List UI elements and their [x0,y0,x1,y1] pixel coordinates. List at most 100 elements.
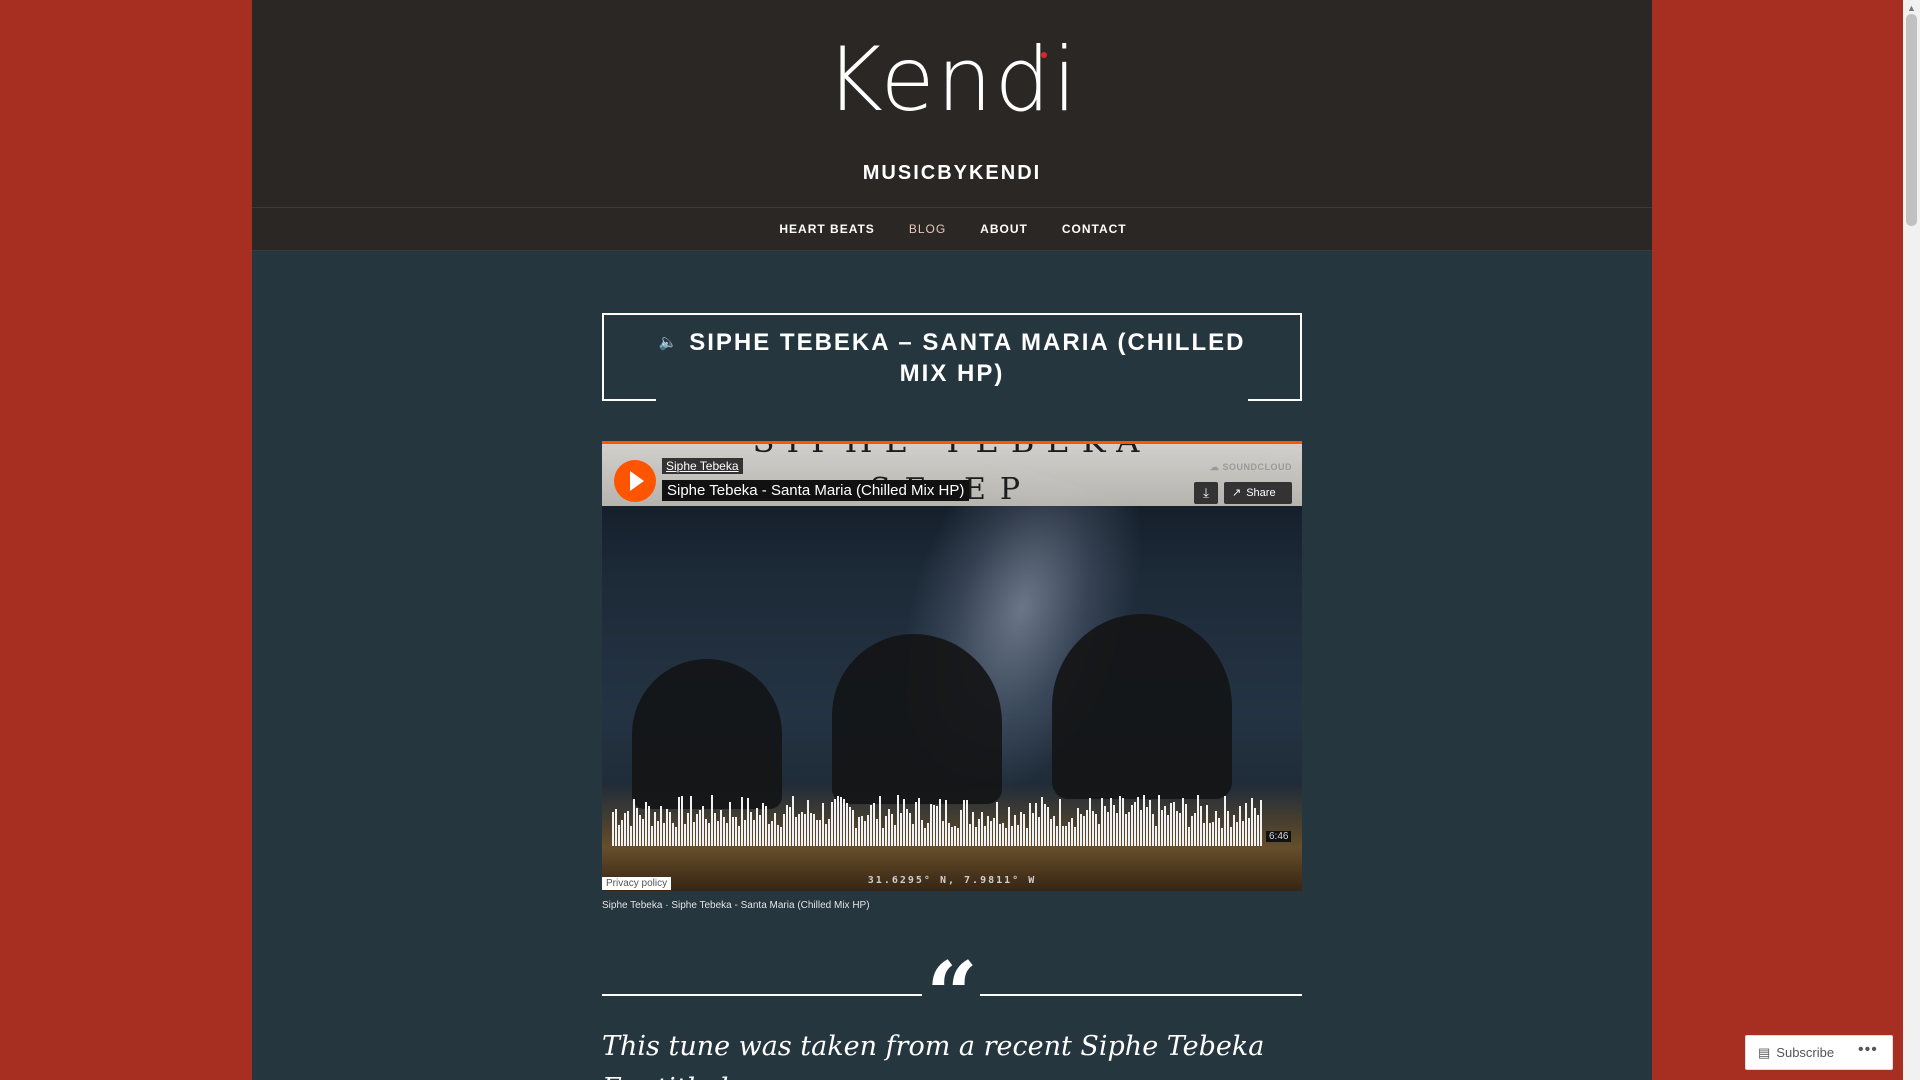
waveform-bar [750,812,752,846]
waveform-bar [1236,822,1238,846]
waveform-bar [1203,823,1205,846]
waveform-bar [1185,804,1187,846]
waveform-bar [636,808,638,846]
waveform-bar [1194,813,1196,846]
waveform-bar [921,820,923,846]
soundcloud-player: SIPHE TEBEKA SE EP Siphe Tebeka Siphe Te… [602,441,1302,891]
caption-separator: · [662,900,672,911]
waveform-bar [960,810,962,846]
waveform-bar [969,824,971,846]
waveform-bar [939,799,941,846]
nav-item-contact[interactable]: CONTACT [1062,222,1127,236]
waveform-bar [684,824,686,846]
waveform-bar [708,823,710,846]
waveform-bar [1251,798,1253,846]
waveform-bar [1206,805,1208,846]
waveform-bar [915,802,917,846]
scroll-up-arrow-icon[interactable]: ▲ [1907,3,1916,13]
site-logo-text: Kendi [825,28,1079,131]
waveform-bar [843,799,845,846]
waveform-bar [783,814,785,846]
waveform-bar [963,800,965,846]
waveform-bar [1155,826,1157,846]
waveform-bar [825,824,827,846]
waveform-bar [1029,803,1031,846]
waveform-bar [741,797,743,846]
waveform-bar [903,799,905,846]
waveform-bar [654,812,656,846]
waveform-bar [663,823,665,846]
soundcloud-logo[interactable]: ☁ SOUNDCLOUD [1210,462,1292,473]
waveform-bar [747,798,749,846]
waveform-bar [1071,818,1073,846]
waveform-bar [1056,826,1058,846]
title-border-right [1248,399,1302,401]
waveform-bar [1095,814,1097,846]
waveform-bar [828,819,830,846]
waveform-bar [1248,818,1250,846]
waveform-bar [819,820,821,846]
waveform-bar [1110,798,1112,846]
waveform-bar [666,809,668,846]
waveform-bar [633,799,635,846]
play-button[interactable] [614,460,656,502]
waveform-bar [1041,797,1043,846]
waveform-bar [1254,808,1256,846]
waveform-bar [912,824,914,846]
waveform-bar [894,825,896,846]
more-options-button[interactable]: ••• [1858,1041,1878,1059]
waveform-bar [789,807,791,846]
site-logo[interactable]: Kendi [252,30,1652,130]
waveform-bar [720,810,722,846]
waveform-bar [981,812,983,846]
player-track-title[interactable]: Siphe Tebeka - Santa Maria (Chilled Mix … [662,480,970,501]
waveform-bar [672,823,674,846]
waveform-bar [681,796,683,846]
waveform-bar [777,825,779,846]
waveform[interactable] [612,794,1264,846]
nav-item-about[interactable]: ABOUT [980,222,1028,236]
scrollbar-thumb[interactable] [1906,14,1917,226]
waveform-bar [1002,823,1004,846]
subscribe-button[interactable]: ▤ Subscribe [1758,1045,1834,1061]
waveform-bar [1032,813,1034,846]
caption-artist-link[interactable]: Siphe Tebeka [602,900,662,911]
waveform-bar [642,819,644,846]
waveform-bar [933,805,935,846]
waveform-bar [1218,818,1220,846]
waveform-bar [753,820,755,846]
site-title[interactable]: MUSICBYKENDI [252,162,1652,185]
waveform-bar [1227,811,1229,846]
nav-item-blog[interactable]: BLOG [909,222,946,236]
waveform-bar [1143,795,1145,846]
entry-title: 🔈 SIPHE TEBEKA – SANTA MARIA (CHILLED MIX… [644,327,1260,389]
blockquote-text: This tune was taken from a recent Siphe … [602,1031,1265,1080]
waveform-bar [774,813,776,846]
caption-track-link[interactable]: Siphe Tebeka - Santa Maria (Chilled Mix … [671,900,869,911]
waveform-bar [1011,826,1013,846]
waveform-bar [882,828,884,846]
waveform-bar [936,806,938,846]
waveform-bar [1044,804,1046,846]
waveform-bar [768,824,770,846]
vertical-scrollbar[interactable]: ▲ [1903,0,1920,1080]
waveform-bar [975,827,977,846]
waveform-bar [1086,810,1088,846]
waveform-bar [897,795,899,846]
waveform-bar [837,796,839,846]
share-button[interactable]: ↗ Share [1224,482,1292,504]
waveform-bar [756,808,758,846]
share-icon: ↗ [1232,487,1242,499]
nav-item-heart-beats[interactable]: HEART BEATS [779,222,874,236]
waveform-bar [864,821,866,846]
waveform-bar [693,822,695,846]
waveform-bar [1137,797,1139,846]
waveform-bar [744,820,746,846]
waveform-bar [1224,796,1226,846]
waveform-bar [1245,803,1247,846]
download-button[interactable]: ⤓ [1194,482,1218,504]
waveform-bar [852,810,854,846]
player-artist-link[interactable]: Siphe Tebeka [662,458,743,474]
waveform-bar [678,797,680,846]
waveform-bar [1113,805,1115,846]
